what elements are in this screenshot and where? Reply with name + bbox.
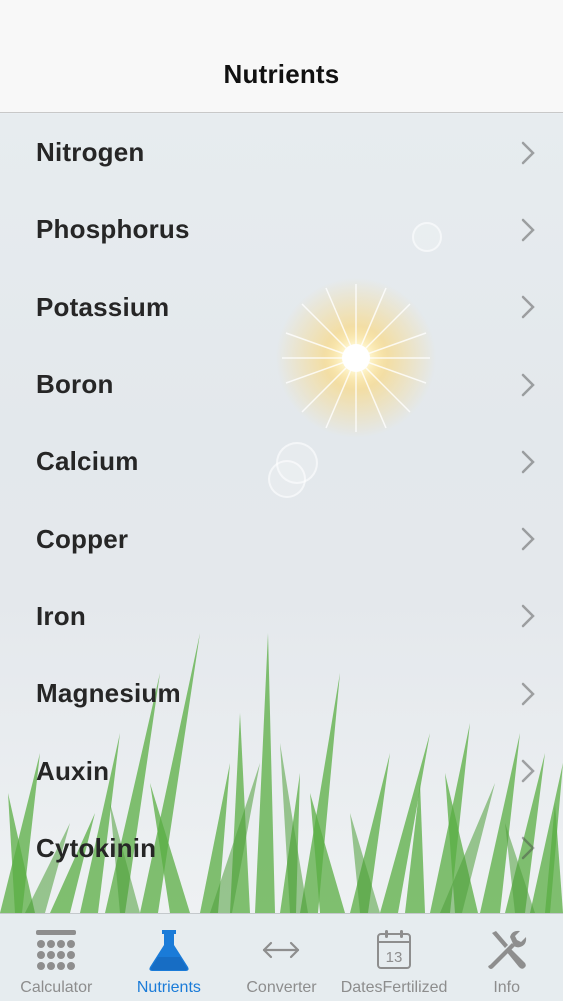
list-item-calcium[interactable]: Calcium xyxy=(0,423,563,500)
list-item-auxin[interactable]: Auxin xyxy=(0,732,563,809)
list-item-label: Magnesium xyxy=(36,678,181,709)
chevron-right-icon xyxy=(521,682,535,705)
chevron-right-icon xyxy=(521,450,535,474)
tab-label: DatesFertilized xyxy=(340,979,448,996)
list-item-label: Nitrogen xyxy=(36,137,145,168)
chevron-right-icon xyxy=(521,837,535,860)
chevron-right-icon xyxy=(521,373,535,396)
page-title: Nutrients xyxy=(223,59,340,89)
list-item-label: Boron xyxy=(36,369,114,400)
navigation-bar: Nutrients xyxy=(0,0,563,113)
list-item-label: Auxin xyxy=(36,755,110,786)
flask-icon xyxy=(149,930,189,971)
list-item-label: Iron xyxy=(36,600,86,631)
list-item-potassium[interactable]: Potassium xyxy=(0,269,563,346)
chevron-right-icon xyxy=(521,141,535,164)
calculator-icon xyxy=(36,930,77,970)
tab-label: Converter xyxy=(246,979,317,996)
double-arrow-icon xyxy=(263,941,300,959)
list-item-boron[interactable]: Boron xyxy=(0,346,563,423)
chevron-right-icon xyxy=(521,218,535,242)
nutrient-list-view[interactable]: Nitrogen Phosphorus Potassium Boron Calc… xyxy=(0,114,563,913)
tab-nutrients[interactable]: Nutrients xyxy=(113,914,226,1001)
list-item-label: Cytokinin xyxy=(36,832,157,863)
list-item-label: Calcium xyxy=(36,446,139,477)
list-item-nitrogen[interactable]: Nitrogen xyxy=(0,114,563,191)
tab-calculator[interactable]: Calculator xyxy=(0,914,113,1001)
chevron-right-icon xyxy=(521,605,535,628)
tab-label: Nutrients xyxy=(136,979,201,996)
tab-label: Info xyxy=(493,979,521,996)
list-item-copper[interactable]: Copper xyxy=(0,500,563,577)
list-item-label: Copper xyxy=(36,523,129,554)
list-item-cytokinin[interactable]: Cytokinin xyxy=(0,810,563,887)
tab-converter[interactable]: Converter xyxy=(225,914,338,1001)
list-item-label: Phosphorus xyxy=(36,214,190,245)
tools-icon xyxy=(487,930,526,969)
tab-label: Calculator xyxy=(20,979,93,996)
tab-info[interactable]: Info xyxy=(450,914,563,1001)
list-item-label: Potassium xyxy=(36,291,170,322)
calendar-day-label: 13 xyxy=(386,949,403,966)
chevron-right-icon xyxy=(521,759,535,783)
list-item-iron[interactable]: Iron xyxy=(0,578,563,655)
chevron-right-icon xyxy=(521,527,535,551)
tab-dates-fertilized[interactable]: 13 DatesFertilized xyxy=(338,914,451,1001)
list-item-phosphorus[interactable]: Phosphorus xyxy=(0,191,563,268)
chevron-right-icon xyxy=(521,295,535,319)
tab-bar: Calculator Nutrients Converter 13 DatesF… xyxy=(0,913,563,1001)
list-item-magnesium[interactable]: Magnesium xyxy=(0,655,563,732)
calendar-icon: 13 xyxy=(377,930,412,969)
nutrient-list: Nitrogen Phosphorus Potassium Boron Calc… xyxy=(0,114,563,887)
